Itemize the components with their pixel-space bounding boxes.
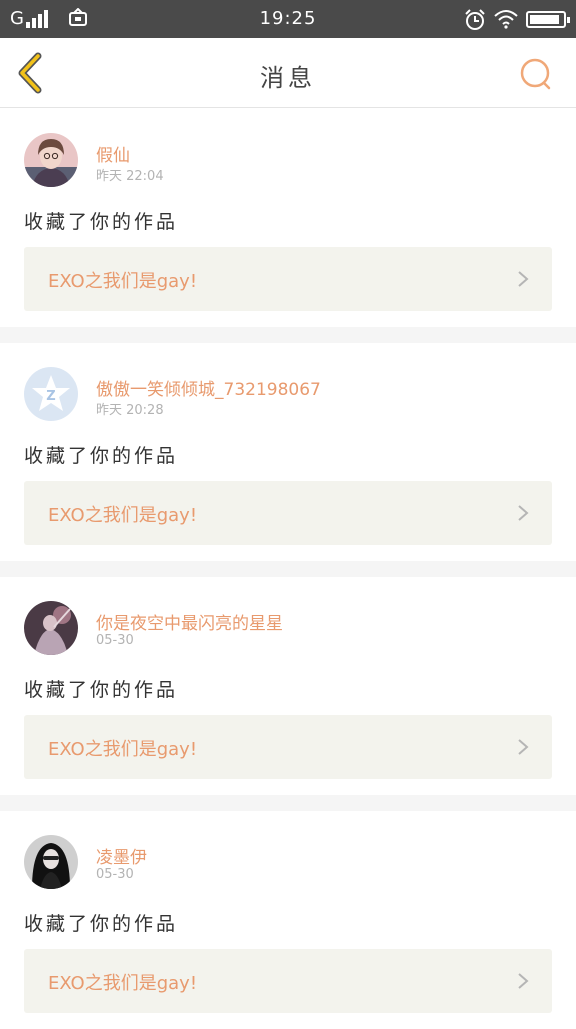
avatar[interactable] (24, 835, 78, 889)
divider (0, 327, 576, 343)
chevron-right-icon (518, 505, 529, 521)
action-text: 收藏了你的作品 (24, 445, 179, 467)
work-title: EXO之我们是gay! (48, 271, 198, 292)
username-link[interactable]: 假仙 (96, 141, 130, 166)
avatar[interactable]: Z (24, 367, 78, 421)
chevron-right-icon (518, 973, 529, 989)
message-time: 昨天 20:28 (96, 403, 164, 418)
search-icon (520, 58, 551, 90)
message-card: 凌墨伊 05-30 收藏了你的作品 EXO之我们是gay! (0, 811, 576, 1029)
battery-icon (526, 11, 570, 28)
nav-bar: 消息 (0, 38, 576, 108)
work-title: EXO之我们是gay! (48, 973, 198, 994)
divider (0, 795, 576, 811)
username-link[interactable]: 傲傲一笑倾倾城_732198067 (96, 375, 321, 400)
message-card: Z 傲傲一笑倾倾城_732198067 昨天 20:28 收藏了你的作品 EXO… (0, 343, 576, 561)
svg-text:Z: Z (46, 389, 55, 404)
action-text: 收藏了你的作品 (24, 913, 179, 935)
work-link[interactable]: EXO之我们是gay! (24, 949, 552, 1013)
chevron-right-icon (518, 271, 529, 287)
wifi-icon (494, 10, 518, 29)
message-card: 假仙 昨天 22:04 收藏了你的作品 EXO之我们是gay! (0, 109, 576, 327)
action-text: 收藏了你的作品 (24, 211, 179, 233)
alarm-icon (465, 9, 485, 30)
search-button[interactable] (518, 56, 554, 92)
work-title: EXO之我们是gay! (48, 739, 198, 760)
username-link[interactable]: 凌墨伊 (96, 843, 147, 868)
clock: 19:25 (259, 8, 317, 29)
work-title: EXO之我们是gay! (48, 505, 198, 526)
page-title: 消息 (260, 64, 316, 92)
chevron-right-icon (518, 739, 529, 755)
username-link[interactable]: 你是夜空中最闪亮的星星 (96, 609, 283, 634)
message-time: 昨天 22:04 (96, 169, 164, 184)
avatar[interactable] (24, 133, 78, 187)
work-link[interactable]: EXO之我们是gay! (24, 247, 552, 311)
action-text: 收藏了你的作品 (24, 679, 179, 701)
message-list: 假仙 昨天 22:04 收藏了你的作品 EXO之我们是gay! Z 傲傲一笑倾倾… (0, 109, 576, 1029)
avatar[interactable] (24, 601, 78, 655)
work-link[interactable]: EXO之我们是gay! (24, 715, 552, 779)
message-time: 05-30 (96, 633, 134, 648)
status-bar: G 19:25 (0, 0, 576, 38)
message-card: 你是夜空中最闪亮的星星 05-30 收藏了你的作品 EXO之我们是gay! (0, 577, 576, 795)
divider (0, 561, 576, 577)
work-link[interactable]: EXO之我们是gay! (24, 481, 552, 545)
message-time: 05-30 (96, 867, 134, 882)
battery-level (530, 15, 559, 24)
